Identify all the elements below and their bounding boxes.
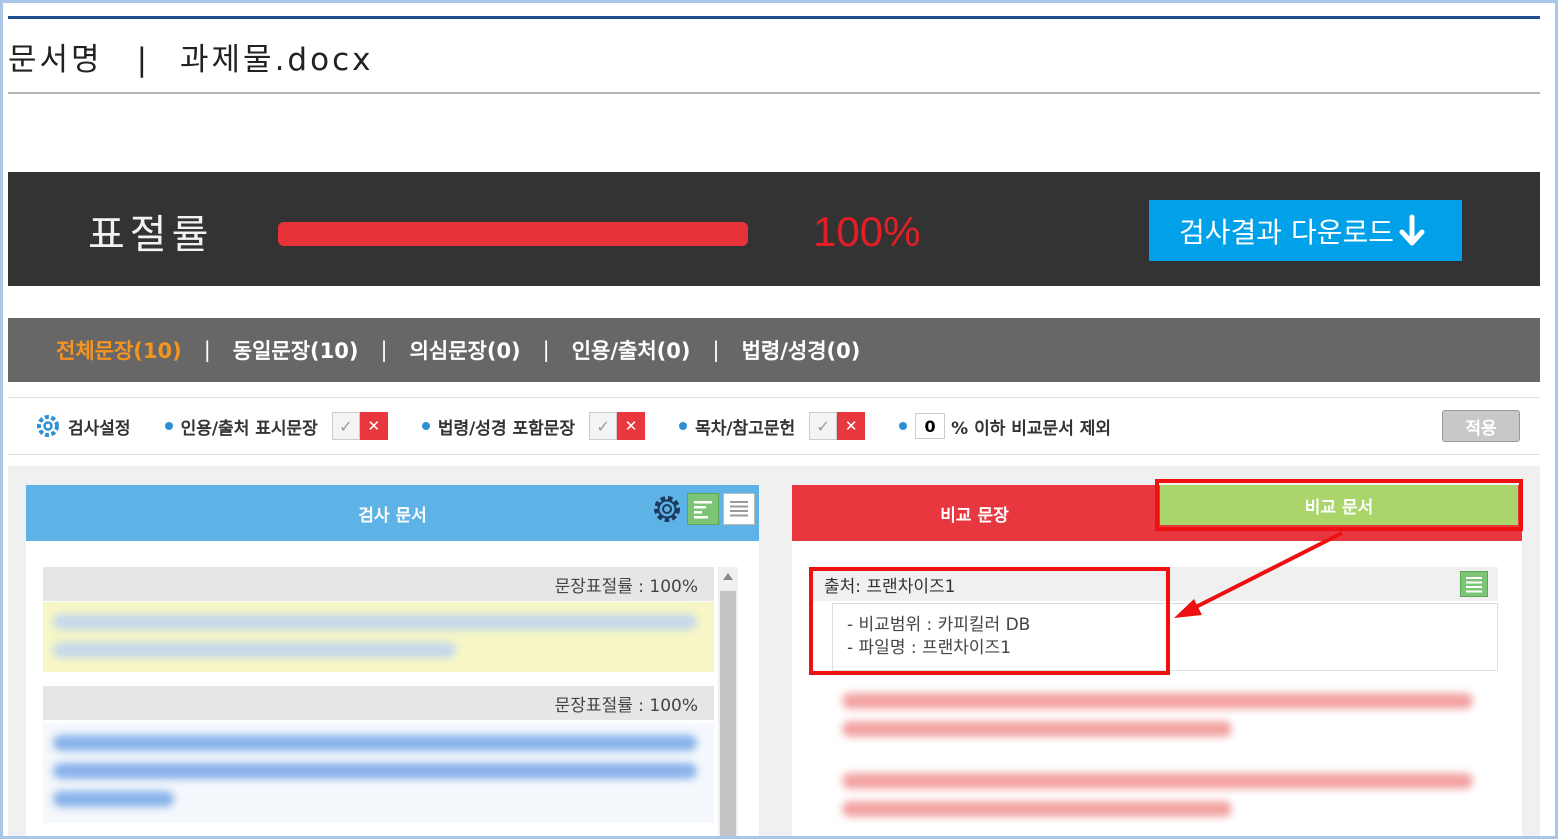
- gear-icon: [654, 496, 680, 522]
- scroll-up-arrow-icon[interactable]: [723, 573, 733, 580]
- download-results-button[interactable]: 검사결과 다운로드: [1149, 200, 1462, 261]
- setting-law-exclude-button[interactable]: ✕: [617, 412, 646, 440]
- apply-button[interactable]: 적용: [1442, 410, 1520, 442]
- redacted-line: [53, 763, 698, 779]
- redacted-line: [842, 801, 1232, 817]
- inspected-document-title: 검사 문서: [358, 505, 427, 526]
- comparison-header: 비교 문장 비교 문서: [792, 485, 1522, 541]
- setting-law-label: 법령/성경 포함문장: [437, 418, 576, 439]
- source-label: 출처: 프랜차이즈1: [824, 576, 956, 597]
- annotation-arrow-icon: [1174, 531, 1343, 618]
- tab-identical-sentences[interactable]: 동일문장(10): [233, 335, 359, 365]
- setting-toc-check-button[interactable]: ✓: [809, 412, 838, 440]
- setting-citation-exclude-button[interactable]: ✕: [359, 412, 388, 440]
- tab-separator: |: [380, 338, 388, 362]
- setting-toc-label: 목차/참고문헌: [695, 418, 796, 439]
- tab-all-sentences[interactable]: 전체문장(10): [56, 335, 182, 365]
- redacted-line: [842, 773, 1473, 789]
- sentence-rate-bar: 문장표절률 : 100%: [43, 567, 714, 601]
- tab-citation-source[interactable]: 인용/출처(0): [572, 335, 691, 365]
- setting-toc: 목차/참고문헌 ✓ ✕: [679, 412, 866, 440]
- file-name-text: - 파일명 : 프랜차이즈1: [847, 638, 1012, 658]
- plagiarism-progress-bar: [278, 222, 748, 246]
- source-bar: 출처: 프랜차이즈1: [810, 567, 1498, 601]
- settings-gear-button[interactable]: [651, 493, 683, 525]
- document-title: 문서명 | 과제물.docx: [8, 34, 373, 79]
- panel-view-toggles: [651, 493, 755, 525]
- compared-sentence: [832, 681, 1482, 749]
- setting-citation-label: 인용/출처 표시문장: [180, 418, 318, 439]
- tab-separator: |: [542, 338, 550, 362]
- tab-suspicious-sentences[interactable]: 의심문장(0): [410, 335, 521, 365]
- plagiarism-summary: 표절률 100% 검사결과 다운로드: [8, 172, 1540, 286]
- setting-citation: 인용/출처 표시문장 ✓ ✕: [164, 412, 388, 440]
- settings-gear-icon: [37, 415, 59, 437]
- sentence-highlight-blue[interactable]: [43, 723, 714, 823]
- header-divider: [8, 92, 1540, 94]
- bullet-dot: [679, 422, 688, 430]
- sentence-filter-tabs: 전체문장(10) | 동일문장(10) | 의심문장(0) | 인용/출처(0)…: [8, 318, 1540, 382]
- setting-law: 법령/성경 포함문장 ✓ ✕: [421, 412, 646, 440]
- inspection-settings-bar: 검사설정 인용/출처 표시문장 ✓ ✕ 법령/성경 포함문장 ✓ ✕ 목차/참고문헌…: [8, 397, 1540, 455]
- doc-name: 과제물.docx: [180, 42, 374, 78]
- outline-view-button[interactable]: [687, 493, 719, 525]
- comparison-panel: 비교 문장 비교 문서 출처: 프랜차이즈1 - 비교범위 : 카피킬러 DB …: [792, 485, 1522, 836]
- inspected-document-header: 검사 문서: [26, 485, 759, 541]
- tab-separator: |: [203, 338, 211, 362]
- full-view-button[interactable]: [723, 493, 755, 525]
- bullet-dot: [421, 422, 430, 430]
- inspected-document-panel: 검사 문서 문장표절률: 100% 문장표절률: 100%: [26, 485, 759, 836]
- vertical-scrollbar[interactable]: [718, 567, 738, 836]
- plagiarism-rate-label: 표절률: [88, 212, 214, 258]
- plagiarism-progress-fill: [278, 222, 748, 246]
- plagiarism-rate-value: 100%: [813, 208, 921, 255]
- tab-separator: |: [712, 338, 720, 362]
- doc-label: 문서명: [8, 42, 103, 78]
- sentence-rate-bar: 문장표절률 : 100%: [43, 686, 714, 720]
- tab-compare-sentence[interactable]: 비교 문장: [792, 485, 1157, 541]
- threshold-input[interactable]: [915, 413, 946, 439]
- title-separator: |: [136, 42, 151, 78]
- top-rule: [8, 16, 1540, 19]
- redacted-line: [53, 735, 698, 751]
- download-results-label: 검사결과 다운로드: [1179, 215, 1394, 249]
- bullet-dot: [164, 422, 173, 430]
- tab-compare-document[interactable]: 비교 문서: [1160, 485, 1518, 525]
- redacted-line: [53, 791, 174, 807]
- sentence-highlight-yellow[interactable]: [43, 602, 714, 672]
- redacted-line: [842, 721, 1232, 737]
- settings-title: 검사설정: [68, 418, 131, 439]
- redacted-line: [53, 614, 698, 630]
- tab-law-bible[interactable]: 법령/성경(0): [742, 335, 861, 365]
- threshold-label: % 이하 비교문서 제외: [951, 418, 1112, 439]
- bullet-dot: [899, 422, 908, 430]
- redacted-line: [842, 693, 1473, 709]
- compared-sentence: [832, 761, 1482, 829]
- setting-law-check-button[interactable]: ✓: [589, 412, 618, 440]
- list-icon: [1466, 577, 1482, 593]
- setting-threshold: % 이하 비교문서 제외: [899, 413, 1111, 439]
- source-list-button[interactable]: [1460, 571, 1488, 597]
- setting-toc-exclude-button[interactable]: ✕: [837, 412, 866, 440]
- redacted-line: [53, 642, 456, 658]
- setting-citation-check-button[interactable]: ✓: [331, 412, 360, 440]
- list-icon: [730, 501, 748, 517]
- arrow-down-icon: [1399, 214, 1425, 245]
- scrollbar-thumb[interactable]: [720, 591, 736, 836]
- outline-list-icon: [694, 501, 712, 519]
